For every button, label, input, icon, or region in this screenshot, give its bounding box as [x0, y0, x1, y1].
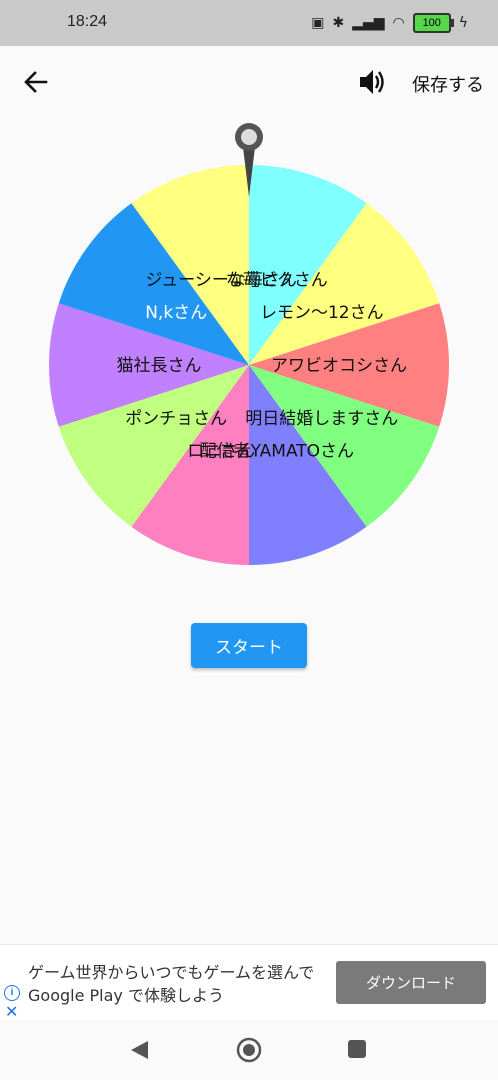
wheel-segment-label: ジューシーな苺さん — [145, 270, 296, 290]
nav-recent-icon[interactable] — [347, 1039, 367, 1059]
volume-icon — [360, 70, 384, 94]
wheel-segment-label: ポンチョさん — [125, 409, 227, 429]
signal-icon: ▂▄▆ — [352, 15, 385, 31]
nav-home-icon[interactable] — [236, 1037, 262, 1063]
close-icon[interactable]: ✕ — [5, 1005, 18, 1021]
wheel-segment-label: レモン〜12さん — [260, 303, 384, 323]
info-icon[interactable]: i — [4, 985, 20, 1001]
ad-text[interactable]: ゲーム世界からいつでもゲームを選んで Google Play で体験しよう — [28, 961, 318, 1007]
save-button[interactable]: 保存する — [412, 71, 484, 97]
wheel-segment-label: 猫社長さん — [117, 356, 202, 376]
nfc-icon: ▣ — [311, 15, 325, 31]
ad-banner[interactable]: i ✕ ゲーム世界からいつでもゲームを選んで Google Play で体験しよ… — [0, 944, 498, 1022]
bluetooth-icon: ✱ — [332, 15, 345, 31]
download-button[interactable]: ダウンロード — [336, 961, 486, 1004]
roulette-area: な苺ピクさん レモン〜12さん アワビオコシさん 明日結婚しますさん 配信者YAMATO… — [0, 115, 498, 575]
wheel-segment-label: アワビオコシさん — [271, 356, 407, 376]
sound-button[interactable] — [355, 65, 389, 99]
battery-icon: 100 — [412, 13, 454, 33]
arrow-left-icon — [24, 71, 48, 93]
status-time: 18:24 — [67, 13, 108, 30]
app-bar: 保存する — [0, 46, 498, 118]
navigation-bar — [0, 1020, 498, 1080]
wheel-segment-label: N,kさん — [145, 303, 207, 323]
roulette-wheel[interactable]: な苺ピクさんレモン〜12さんアワビオコシさん明日結婚しますさん配信者YAMATO… — [0, 115, 498, 575]
status-bar: 18:24 ▣ ✱ ▂▄▆ ◠ 100 ϟ — [0, 0, 498, 46]
status-icons: ▣ ✱ ▂▄▆ ◠ 100 ϟ — [311, 13, 468, 33]
wheel-segment-label: 明日結婚しますさん — [245, 409, 398, 429]
wifi-icon: ◠ — [392, 15, 405, 31]
back-button[interactable] — [20, 66, 52, 98]
nav-back-icon[interactable] — [128, 1039, 150, 1061]
charging-icon: ϟ — [458, 15, 468, 31]
wheel-segment-label: ロニさん — [187, 442, 255, 462]
start-button[interactable]: スタート — [191, 623, 307, 668]
